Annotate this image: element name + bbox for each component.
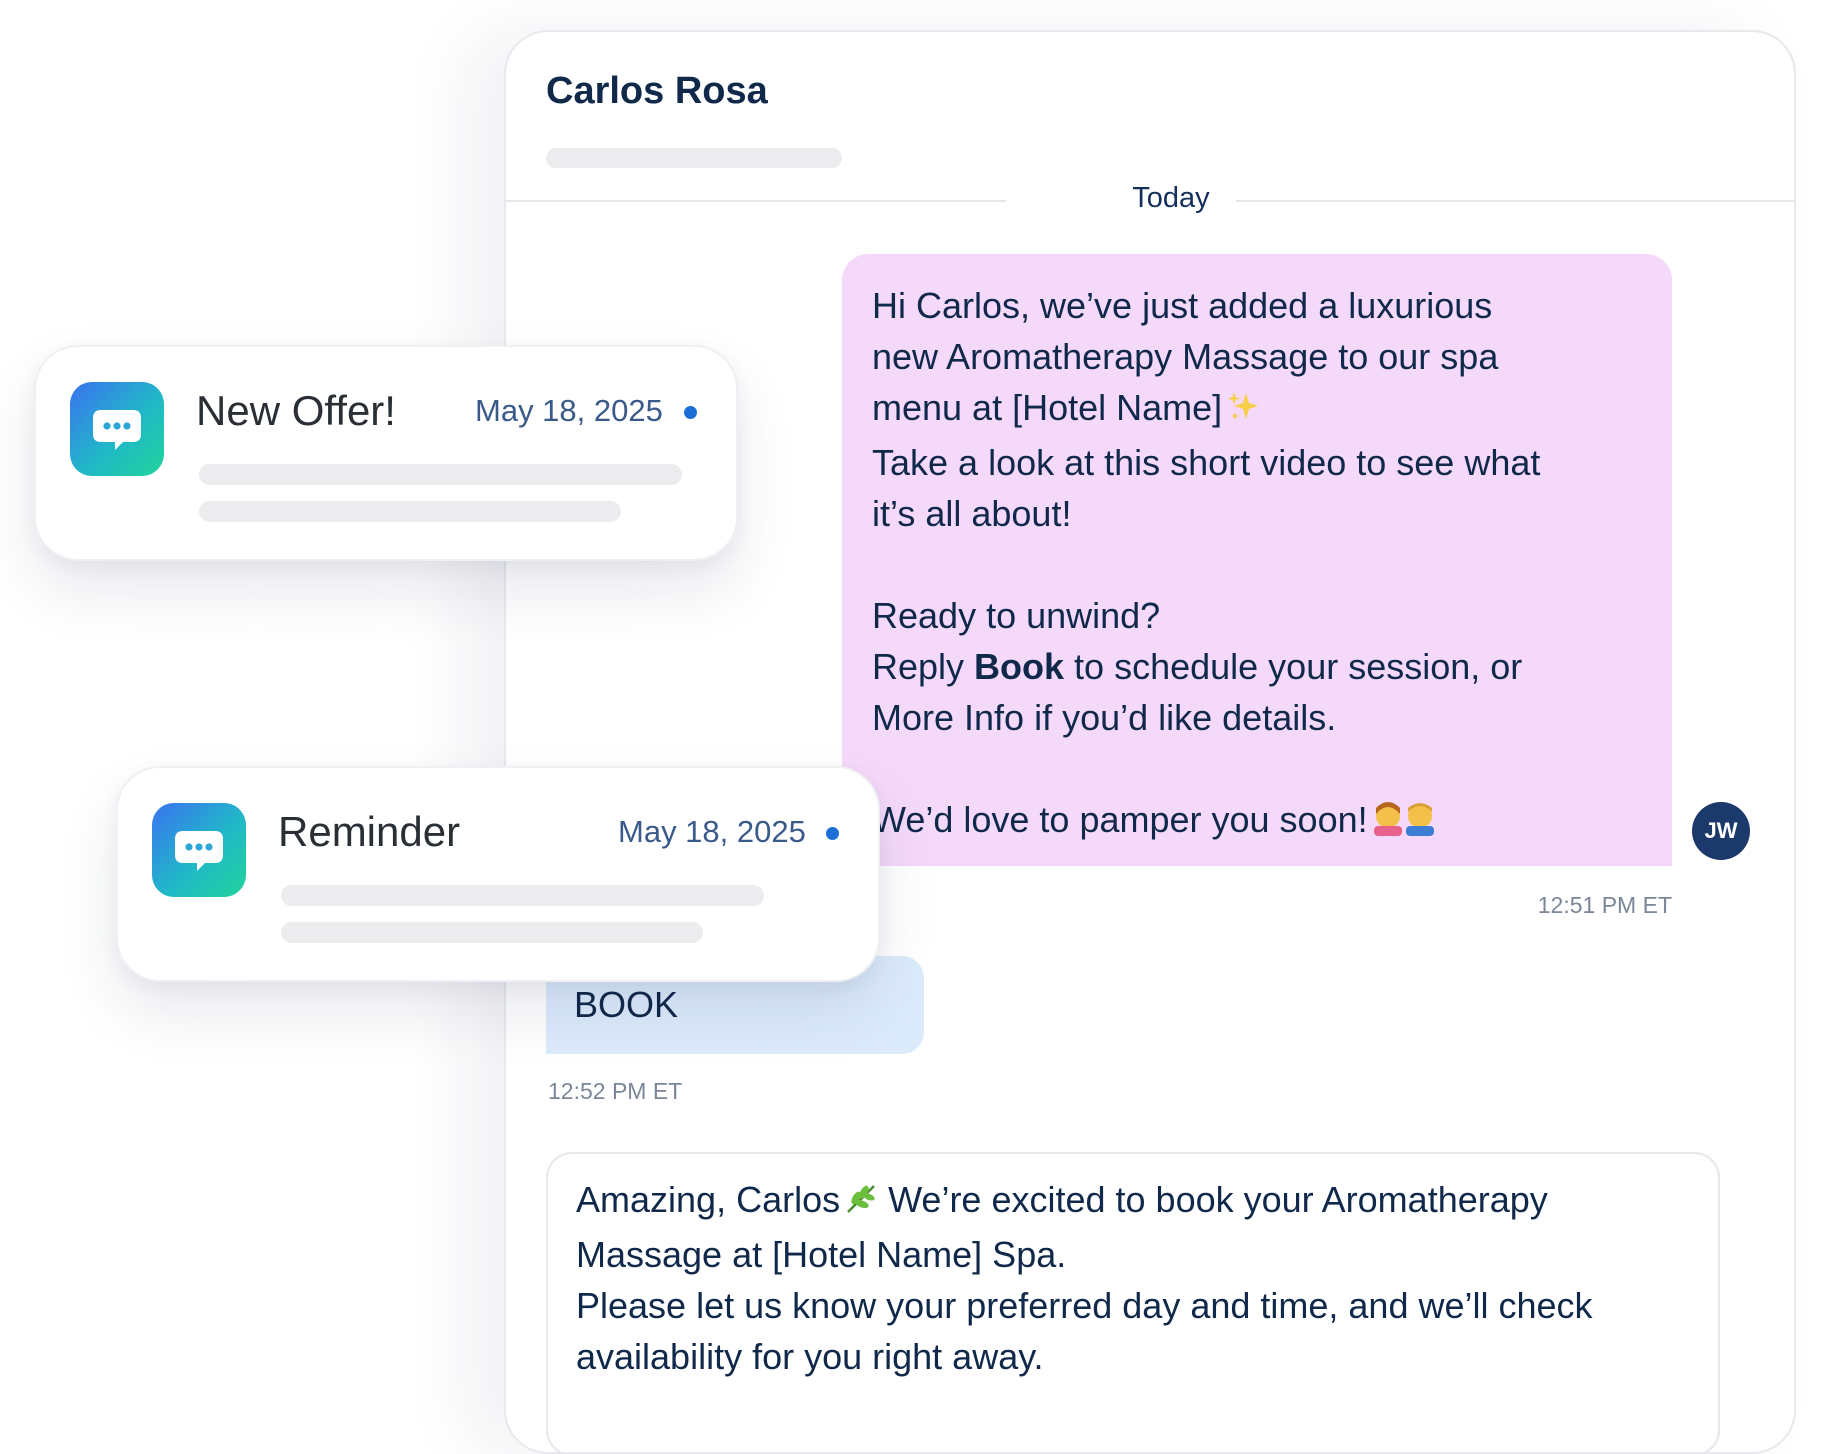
contact-name: Carlos Rosa [546, 70, 768, 112]
contact-details-placeholder [546, 148, 842, 168]
message-line: Please let us know your preferred day an… [576, 1285, 1593, 1326]
notification-preview-placeholder [199, 464, 682, 485]
notification-new-offer[interactable]: New Offer! May 18, 2025 [34, 345, 738, 561]
message-line: Reply Book to schedule your session, or [872, 646, 1523, 687]
notification-preview-placeholder [199, 501, 621, 522]
day-divider-right [1236, 200, 1794, 202]
conversation-panel: Carlos Rosa Today Hi Carlos, we’ve just … [504, 30, 1796, 1454]
message-line: new Aromatherapy Massage to our spa [872, 336, 1499, 377]
day-divider-left [506, 200, 1006, 202]
message-line: it’s all about! [872, 493, 1072, 534]
massage-emoji-icon [1372, 798, 1438, 849]
notification-title: New Offer! [196, 387, 396, 434]
chat-bubble-icon [70, 382, 164, 476]
message-line: Hi Carlos, we’ve just added a luxurious [872, 285, 1493, 326]
notification-title: Reminder [278, 808, 461, 855]
outgoing-message-time: 12:51 PM ET [1537, 892, 1672, 918]
message-line: More Info if you’d like details. [872, 697, 1337, 738]
unread-dot [826, 827, 839, 840]
message-line: We’d love to pamper you soon! [872, 794, 1662, 849]
herb-leaf-icon [844, 1178, 878, 1229]
unread-dot [684, 406, 697, 419]
message-line: menu at [Hotel Name] [872, 382, 1662, 437]
notification-reminder[interactable]: Reminder May 18, 2025 [116, 766, 880, 982]
sender-avatar: JW [1692, 802, 1750, 860]
day-divider-label: Today [1132, 182, 1210, 214]
reply-message-bubble[interactable]: Amazing, Carlos We’re excited to book yo… [546, 1152, 1720, 1452]
incoming-message-time: 12:52 PM ET [548, 1078, 683, 1104]
message-line: Take a look at this short video to see w… [872, 442, 1541, 483]
notification-preview-placeholder [281, 922, 703, 943]
message-line: Ready to unwind? [872, 595, 1161, 636]
sparkles-icon [1226, 386, 1260, 437]
notification-preview-placeholder [281, 885, 764, 906]
book-keyword: Book [974, 646, 1065, 687]
outgoing-message-text: Hi Carlos, we’ve just added a luxurious … [872, 280, 1662, 849]
message-line: Amazing, Carlos We’re excited to book yo… [576, 1174, 1706, 1229]
notification-date: May 18, 2025 [618, 814, 806, 849]
reply-message-text: Amazing, Carlos We’re excited to book yo… [576, 1174, 1706, 1382]
message-line: availability for you right away. [576, 1336, 1044, 1377]
incoming-message-text: BOOK [574, 984, 679, 1025]
outgoing-message-bubble[interactable]: Hi Carlos, we’ve just added a luxurious … [842, 254, 1672, 866]
notification-date: May 18, 2025 [475, 393, 663, 428]
chat-bubble-icon [152, 803, 246, 897]
message-line: Massage at [Hotel Name] Spa. [576, 1234, 1067, 1275]
